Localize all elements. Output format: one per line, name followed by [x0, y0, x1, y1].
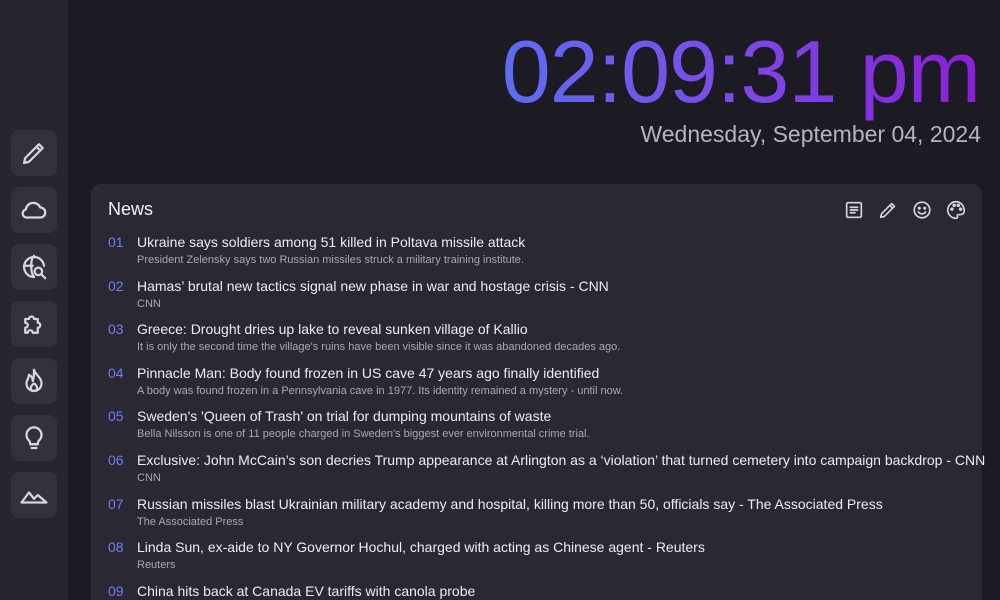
item-headline[interactable]: Linda Sun, ex-aide to NY Governor Hochul…: [137, 539, 705, 555]
news-list: 01 Ukraine says soldiers among 51 killed…: [108, 234, 985, 600]
lightbulb-icon: [25, 426, 43, 450]
item-number: 06: [108, 451, 124, 468]
item-headline[interactable]: Sweden's 'Queen of Trash' on trial for d…: [137, 408, 551, 424]
list-item[interactable]: 05 Sweden's 'Queen of Trash' on trial fo…: [108, 408, 972, 452]
sidebar-item-ideas[interactable]: [11, 415, 57, 461]
news-widget: News 01 Ukraine says soldiers among 51 k…: [91, 184, 985, 600]
smiley-icon[interactable]: [910, 198, 934, 222]
flame-icon: [25, 368, 43, 393]
item-headline[interactable]: China hits back at Canada EV tariffs wit…: [137, 583, 475, 599]
list-item[interactable]: 08 Linda Sun, ex-aide to NY Governor Hoc…: [108, 539, 972, 583]
item-summary: A body was found frozen in a Pennsylvani…: [137, 384, 624, 397]
list-item[interactable]: 07 Russian missiles blast Ukrainian mili…: [108, 496, 972, 540]
list-item[interactable]: 03 Greece: Drought dries up lake to reve…: [108, 321, 972, 365]
sidebar-item-search[interactable]: [11, 244, 57, 290]
item-headline[interactable]: Hamas’ brutal new tactics signal new pha…: [137, 278, 609, 294]
item-headline[interactable]: Greece: Drought dries up lake to reveal …: [137, 321, 528, 337]
sidebar-item-extensions[interactable]: [11, 301, 57, 347]
pencil-icon: [22, 143, 44, 165]
sidebar: [0, 0, 68, 600]
news-title: News: [108, 199, 154, 219]
article-icon[interactable]: [842, 198, 866, 222]
sidebar-item-weather[interactable]: [11, 187, 57, 233]
item-number: 09: [108, 582, 124, 599]
item-number: 05: [108, 408, 124, 425]
item-number: 07: [108, 495, 124, 512]
item-summary: The Associated Press: [137, 515, 244, 528]
item-summary: Reuters: [137, 559, 176, 572]
clock-time: 02:09:31 pm: [501, 22, 981, 121]
item-number: 04: [108, 364, 124, 381]
sidebar-item-notes[interactable]: [11, 130, 57, 176]
item-summary: It is only the second time the village's…: [137, 341, 621, 354]
item-headline[interactable]: Ukraine says soldiers among 51 killed in…: [137, 234, 525, 250]
item-summary: Bella Nilsson is one of 11 people charge…: [137, 428, 590, 441]
list-item[interactable]: 06 Exclusive: John McCain’s son decries …: [108, 451, 985, 496]
puzzle-icon: [24, 315, 42, 334]
news-toolbar: [842, 198, 968, 222]
sidebar-item-wallpaper[interactable]: [11, 472, 57, 518]
list-item[interactable]: 04 Pinnacle Man: Body found frozen in US…: [108, 365, 972, 409]
clock-date: Wednesday, September 04, 2024: [640, 121, 981, 147]
item-number: 02: [108, 277, 124, 294]
item-number: 08: [108, 539, 124, 556]
mountain-icon: [20, 491, 48, 504]
list-item[interactable]: 09 China hits back at Canada EV tariffs …: [108, 583, 972, 600]
item-number: 03: [108, 321, 124, 338]
item-summary: President Zelensky says two Russian miss…: [137, 254, 524, 266]
item-headline[interactable]: Pinnacle Man: Body found frozen in US ca…: [137, 365, 599, 381]
list-item[interactable]: 01 Ukraine says soldiers among 51 killed…: [108, 234, 972, 278]
cloud-icon: [21, 201, 47, 219]
palette-icon[interactable]: [944, 198, 968, 222]
sidebar-item-trending[interactable]: [11, 358, 57, 404]
globe-search-icon: [22, 254, 47, 280]
item-summary: CNN: [137, 297, 161, 310]
item-number: 01: [108, 234, 124, 250]
pencil-icon[interactable]: [876, 198, 900, 222]
item-headline[interactable]: Russian missiles blast Ukrainian militar…: [137, 496, 883, 512]
item-summary: CNN: [137, 471, 161, 484]
list-item[interactable]: 02 Hamas’ brutal new tactics signal new …: [108, 278, 972, 322]
item-headline[interactable]: Exclusive: John McCain’s son decries Tru…: [137, 452, 985, 468]
